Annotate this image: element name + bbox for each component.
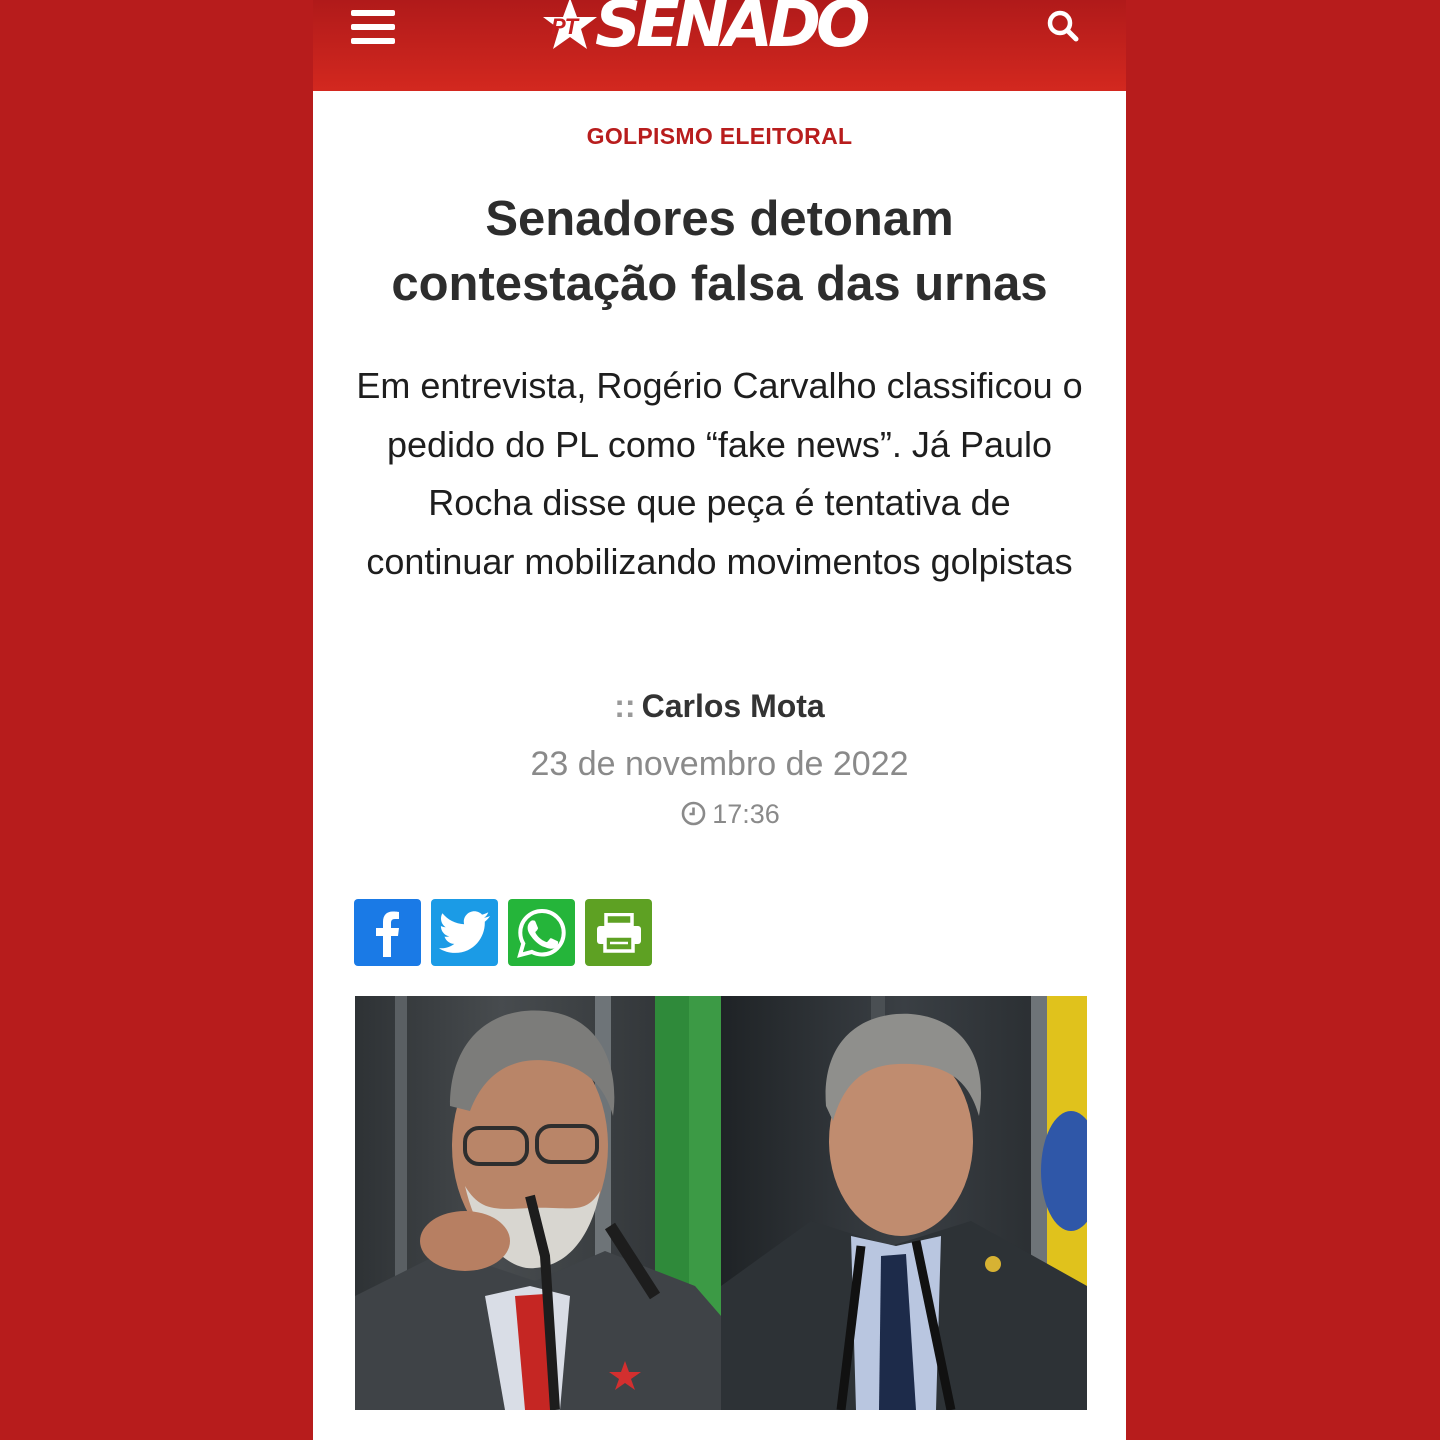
share-bar [354, 899, 652, 966]
site-logo[interactable]: PT SENADO [539, 0, 870, 62]
hamburger-menu-icon[interactable] [351, 8, 397, 48]
senator-portrait-right [721, 996, 1087, 1410]
article-time-row: 17:36 [313, 799, 1126, 833]
article-kicker[interactable]: GOLPISMO ELEITORAL [313, 123, 1126, 150]
author-prefix: :: [614, 688, 636, 724]
site-header: PT SENADO [313, 0, 1126, 91]
article-summary: Em entrevista, Rogério Carvalho classifi… [356, 365, 1083, 582]
print-button[interactable] [585, 899, 652, 966]
whatsapp-share-button[interactable] [508, 899, 575, 966]
search-icon[interactable] [1045, 8, 1081, 44]
star-icon: PT [539, 0, 601, 56]
article-screen: PT SENADO GOLPISMO ELEITORAL Senadores d… [313, 0, 1126, 1440]
article-headline: Senadores detonam contestação falsa das … [391, 192, 1048, 311]
twitter-share-button[interactable] [431, 899, 498, 966]
article-photo[interactable] [355, 996, 1087, 1410]
logo-text: SENADO [595, 0, 870, 62]
whatsapp-icon [516, 908, 566, 958]
article-date: 23 de novembro de 2022 [530, 745, 909, 783]
logo-badge: PT [551, 14, 578, 39]
article-time: 17:36 [712, 799, 780, 829]
senator-portrait-left [355, 996, 721, 1410]
author-name[interactable]: Carlos Mota [642, 688, 825, 724]
twitter-icon [438, 910, 490, 953]
facebook-icon [375, 911, 399, 957]
print-icon [596, 912, 641, 953]
clock-icon [681, 801, 706, 833]
author-line: :: Carlos Mota [313, 688, 1126, 725]
facebook-share-button[interactable] [354, 899, 421, 966]
